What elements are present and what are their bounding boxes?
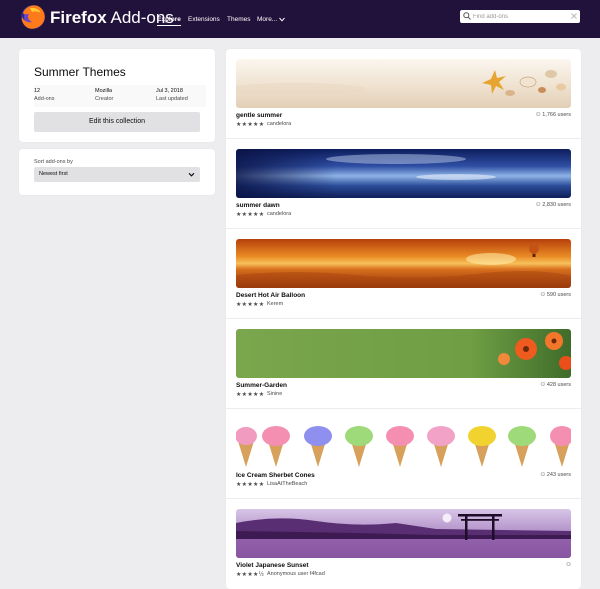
nav-explore[interactable]: Explore	[157, 16, 181, 26]
sort-select[interactable]: Newest first	[34, 167, 200, 182]
firefox-logo-icon[interactable]	[20, 4, 46, 30]
addon-author[interactable]: Kerem	[267, 301, 283, 307]
meta-updated-label: Last updated	[156, 96, 188, 102]
theme-preview-image[interactable]	[236, 419, 571, 468]
theme-preview-image[interactable]	[236, 149, 571, 198]
addon-row-gentle-summer[interactable]: gentle summer ★★★★★ candelora ⚇ 1,766 us…	[226, 49, 581, 139]
meta-addons-label: Add-ons	[34, 96, 55, 102]
star-rating-icon: ★★★★★	[236, 212, 265, 218]
sort-label: Sort add-ons by	[34, 159, 73, 165]
site-title[interactable]: Firefox Add-ons	[50, 8, 174, 28]
addon-users-count: 243 users	[546, 472, 571, 478]
edit-collection-button[interactable]: Edit this collection	[34, 112, 200, 132]
addon-users: ⚇ 243 users	[540, 472, 571, 478]
theme-preview-image[interactable]	[236, 329, 571, 378]
addon-users: ⚇ 2,830 users	[536, 202, 571, 208]
addon-name[interactable]: summer dawn	[236, 202, 280, 209]
search-box	[460, 10, 580, 23]
addon-users: ⚇ 590 users	[540, 292, 571, 298]
collection-card: Summer Themes 12 Add-ons Mozilla Creator…	[19, 49, 215, 142]
meta-updated-value: Jul 3, 2018	[156, 88, 183, 94]
meta-addons-count: 12	[34, 88, 41, 94]
nav-themes[interactable]: Themes	[227, 16, 250, 23]
addon-author[interactable]: LisaAtTheBeach	[267, 481, 307, 487]
nav-more-label: More...	[257, 16, 278, 23]
sort-card: Sort add-ons by Newest first	[19, 149, 215, 195]
meta-creator-label: Creator	[95, 96, 114, 102]
nav-extensions[interactable]: Extensions	[188, 16, 220, 23]
chevron-down-icon	[279, 17, 285, 22]
addon-name[interactable]: Violet Japanese Sunset	[236, 562, 309, 569]
theme-preview-image[interactable]	[236, 239, 571, 288]
addon-users: ⚇	[566, 562, 571, 568]
user-icon: ⚇	[566, 562, 571, 568]
addon-author[interactable]: candelora	[267, 121, 291, 127]
meta-creator-value: Mozilla	[95, 88, 113, 94]
addon-list: gentle summer ★★★★★ candelora ⚇ 1,766 us…	[226, 49, 581, 589]
collection-meta: 12 Add-ons Mozilla Creator Jul 3, 2018 L…	[34, 85, 206, 107]
addon-row-summer-garden[interactable]: Summer-Garden ★★★★★ Sinine ⚇ 428 users	[226, 319, 581, 409]
sort-selected-value: Newest first	[39, 171, 68, 177]
search-input[interactable]	[473, 10, 569, 23]
addon-row-ice-cream-sherbet-cones[interactable]: Ice Cream Sherbet Cones ★★★★★ LisaAtTheB…	[226, 409, 581, 499]
star-rating-icon: ★★★★★	[236, 482, 265, 488]
addon-author[interactable]: Anonymous user f4fcad	[267, 571, 325, 577]
addon-row-violet-japanese-sunset[interactable]: Violet Japanese Sunset ★★★★½ Anonymous u…	[226, 499, 581, 589]
star-rating-icon: ★★★★★	[236, 392, 265, 398]
theme-preview-image[interactable]	[236, 509, 571, 558]
chevron-down-icon	[188, 172, 195, 177]
search-icon	[463, 12, 471, 20]
addon-name[interactable]: Ice Cream Sherbet Cones	[236, 472, 315, 479]
star-rating-icon: ★★★★★	[236, 302, 265, 308]
addon-users: ⚇ 1,766 users	[536, 112, 571, 118]
addon-users-count: 590 users	[546, 292, 571, 298]
collection-title: Summer Themes	[34, 65, 126, 79]
addon-row-desert-hot-air-balloon[interactable]: Desert Hot Air Balloon ★★★★★ Kerem ⚇ 590…	[226, 229, 581, 319]
addon-name[interactable]: gentle summer	[236, 112, 282, 119]
addon-name[interactable]: Summer-Garden	[236, 382, 287, 389]
addon-name[interactable]: Desert Hot Air Balloon	[236, 292, 305, 299]
star-rating-icon: ★★★★★	[236, 122, 265, 128]
addon-author[interactable]: candelora	[267, 211, 291, 217]
star-rating-icon: ★★★★½	[236, 572, 265, 578]
site-header: Firefox Add-ons Explore Extensions Theme…	[0, 0, 600, 38]
addon-users-count: 1,766 users	[542, 112, 571, 118]
nav-more[interactable]: More...	[257, 16, 285, 23]
theme-preview-image[interactable]	[236, 59, 571, 108]
addon-author[interactable]: Sinine	[267, 391, 282, 397]
addon-users-count: 428 users	[546, 382, 571, 388]
addon-users: ⚇ 428 users	[540, 382, 571, 388]
addon-users-count: 2,830 users	[542, 202, 571, 208]
addon-row-summer-dawn[interactable]: summer dawn ★★★★★ candelora ⚇ 2,830 user…	[226, 139, 581, 229]
clear-icon[interactable]	[571, 13, 577, 19]
